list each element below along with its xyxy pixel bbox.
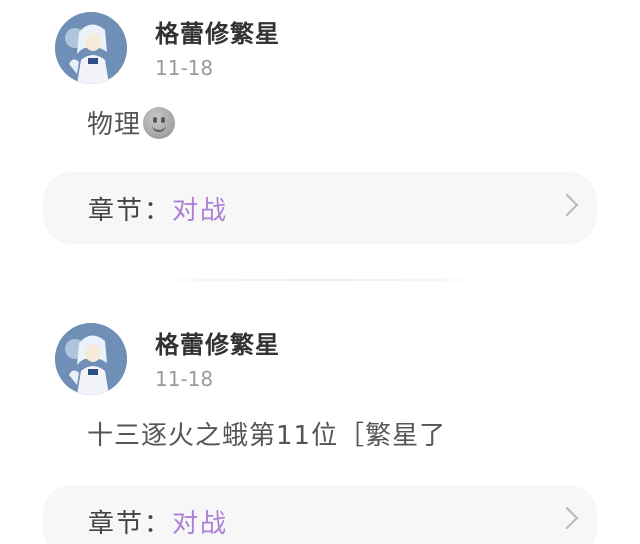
chapter-link-card[interactable]: 章节： 对战: [43, 485, 597, 544]
post-date: 11-18: [155, 56, 214, 80]
post-date: 11-18: [155, 367, 214, 391]
chevron-right-icon: [555, 193, 579, 217]
comment-text-body: 十三逐火之蛾第11位［繁星了: [87, 421, 447, 451]
chapter-label: 章节：: [88, 195, 173, 226]
chapter-name[interactable]: 对战: [172, 190, 228, 227]
comment-text: 十三逐火之蛾第11位［繁星了: [87, 415, 446, 452]
chapter-link-card[interactable]: 章节： 对战: [43, 172, 597, 244]
chapter-name[interactable]: 对战: [172, 503, 228, 540]
avatar-character-icon: [55, 12, 127, 84]
comment-text-body: 物理: [87, 110, 142, 140]
username[interactable]: 格蕾修繁星: [155, 14, 280, 49]
comment-text: 物理: [87, 104, 176, 141]
comment-feed: 格蕾修繁星 11-18 物理 章节： 对战 格蕾修繁星 11-18 十三逐火之蛾…: [0, 0, 640, 544]
post-divider: [120, 279, 520, 281]
username[interactable]: 格蕾修繁星: [155, 325, 280, 360]
avatar-character-icon: [55, 323, 127, 395]
chevron-right-icon: [555, 506, 579, 530]
smile-emoji-icon: [143, 106, 176, 139]
avatar[interactable]: [55, 12, 127, 84]
chapter-label: 章节：: [88, 508, 173, 539]
avatar[interactable]: [55, 323, 127, 395]
